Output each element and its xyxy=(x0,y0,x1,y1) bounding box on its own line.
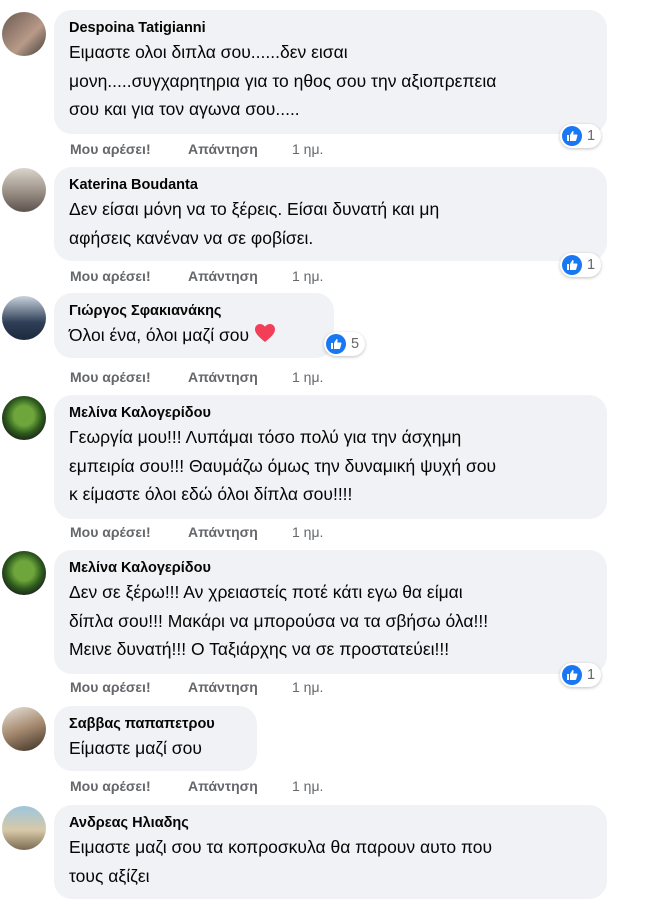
comment-text-line: Δεν σε ξέρω!!! Αν χρειαστείς ποτέ κάτι ε… xyxy=(69,582,463,602)
avatar[interactable] xyxy=(2,551,46,595)
comment-text-line: μονη.....συγχαρητηρια για το ηθος σου τη… xyxy=(69,70,497,91)
reply-link[interactable]: Απάντηση xyxy=(188,524,258,540)
like-icon xyxy=(326,334,346,354)
timestamp[interactable]: 1 ημ. xyxy=(292,679,323,695)
comment-text-line: Γεωργία μου!!! Λυπάμαι τόσο πολύ για την… xyxy=(69,427,462,447)
timestamp[interactable]: 1 ημ. xyxy=(292,369,323,385)
comment-text-line: δίπλα σου!!! Μακάρι να μπορούσα να τα σβ… xyxy=(69,610,489,631)
reaction-count[interactable]: 1 xyxy=(560,253,602,277)
comment-text-line: Μεινε δυνατή!!! Ο Ταξιάρχης να σε προστα… xyxy=(69,639,450,659)
reply-link[interactable]: Απάντηση xyxy=(188,679,258,695)
timestamp[interactable]: 1 ημ. xyxy=(292,524,323,540)
comment-text-line: τους αξίζει xyxy=(69,865,150,886)
comment-text-line: Είμαστε μαζί σου xyxy=(69,738,202,758)
reaction-count[interactable]: 1 xyxy=(560,663,602,687)
comment-author[interactable]: Ανδρεας Ηλιαδης xyxy=(69,814,593,833)
timestamp[interactable]: 1 ημ. xyxy=(292,778,323,794)
comment-author[interactable]: Σαββας παπαπετρου xyxy=(69,715,243,734)
reaction-count-number: 1 xyxy=(587,667,596,683)
comment-bubble: Γιώργος Σφακιανάκης Όλοι ένα, όλοι μαζί … xyxy=(54,293,334,358)
reply-link[interactable]: Απάντηση xyxy=(188,778,258,794)
like-link[interactable]: Μου αρέσει! xyxy=(70,141,151,157)
comment-bubble: Μελίνα Καλογερίδου Γεωργία μου!!! Λυπάμα… xyxy=(54,395,607,519)
comment-text-line: Όλοι ένα, όλοι μαζί σου xyxy=(69,321,320,350)
avatar[interactable] xyxy=(2,396,46,440)
avatar[interactable] xyxy=(2,168,46,212)
like-link[interactable]: Μου αρέσει! xyxy=(70,679,151,695)
comment-bubble: Ανδρεας Ηλιαδης Ειμαστε μαζι σου τα κοπρ… xyxy=(54,805,607,899)
comment-bubble: Σαββας παπαπετρου Είμαστε μαζί σου xyxy=(54,706,257,771)
comment-text-line: Ειμαστε ολοι διπλα σου......δεν εισαι xyxy=(69,42,348,62)
comment-bubble: Despoina Tatigianni Ειμαστε ολοι διπλα σ… xyxy=(54,10,607,134)
like-link[interactable]: Μου αρέσει! xyxy=(70,524,151,540)
comment-text-line: σου και για τον αγωνα σου..... xyxy=(69,99,300,119)
reaction-count[interactable]: 1 xyxy=(560,124,602,148)
avatar[interactable] xyxy=(2,12,46,56)
comment-author[interactable]: Μελίνα Καλογερίδου xyxy=(69,404,593,423)
reply-link[interactable]: Απάντηση xyxy=(188,268,258,284)
reaction-count-number: 1 xyxy=(587,128,596,144)
comment-text-line: Δεν είσαι μόνη να το ξέρεις. Είσαι δυνατ… xyxy=(69,199,440,219)
like-link[interactable]: Μου αρέσει! xyxy=(70,369,151,385)
reaction-count[interactable]: 5 xyxy=(324,332,366,356)
reaction-count-number: 5 xyxy=(351,336,360,352)
comment-bubble: Katerina Boudanta Δεν είσαι μόνη να το ξ… xyxy=(54,167,607,261)
reply-link[interactable]: Απάντηση xyxy=(188,369,258,385)
like-link[interactable]: Μου αρέσει! xyxy=(70,268,151,284)
like-icon xyxy=(562,665,582,685)
comment-author[interactable]: Γιώργος Σφακιανάκης xyxy=(69,302,320,321)
like-link[interactable]: Μου αρέσει! xyxy=(70,778,151,794)
avatar[interactable] xyxy=(2,296,46,340)
comment-text-line: Ειμαστε μαζι σου τα κοπροσκυλα θα παρουν… xyxy=(69,837,493,857)
red-heart-icon xyxy=(254,324,275,342)
comment-text-line: εμπειρία σου!!! Θαυμάζω όμως την δυναμικ… xyxy=(69,455,497,476)
reaction-count-number: 1 xyxy=(587,257,596,273)
timestamp[interactable]: 1 ημ. xyxy=(292,141,323,157)
comment-bubble: Μελίνα Καλογερίδου Δεν σε ξέρω!!! Αν χρε… xyxy=(54,550,607,674)
timestamp[interactable]: 1 ημ. xyxy=(292,268,323,284)
avatar[interactable] xyxy=(2,806,46,850)
comment-author[interactable]: Μελίνα Καλογερίδου xyxy=(69,559,593,578)
avatar[interactable] xyxy=(2,707,46,751)
reply-link[interactable]: Απάντηση xyxy=(188,141,258,157)
comment-text: Όλοι ένα, όλοι μαζί σου xyxy=(69,325,250,345)
like-icon xyxy=(562,255,582,275)
comment-text-line: κ είμαστε όλοι εδώ όλοι δίπλα σου!!!! xyxy=(69,484,353,504)
like-icon xyxy=(562,126,582,146)
comment-author[interactable]: Despoina Tatigianni xyxy=(69,19,593,38)
comment-author[interactable]: Katerina Boudanta xyxy=(69,176,593,195)
comment-text-line: αφήσεις κανέναν να σε φοβίσει. xyxy=(69,227,314,248)
